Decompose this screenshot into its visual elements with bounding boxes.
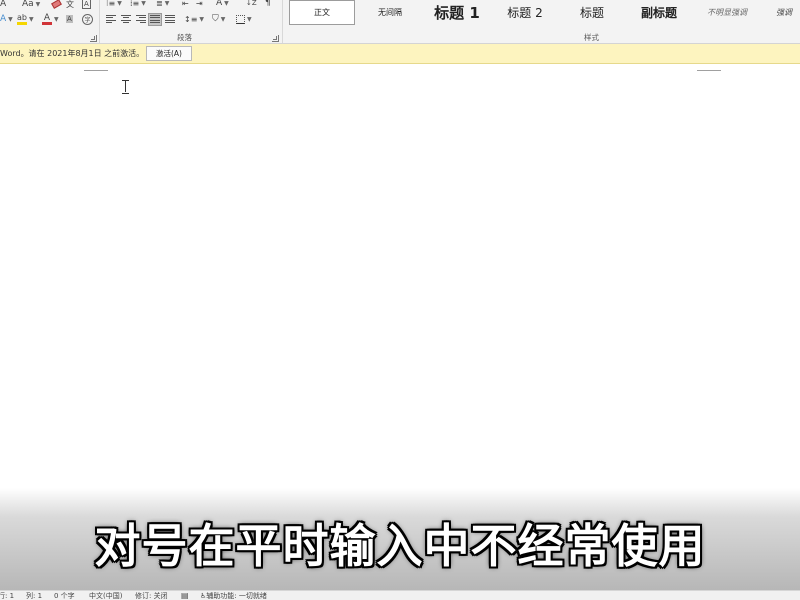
text-effects-label: A xyxy=(0,14,7,24)
style-label: 正文 xyxy=(314,8,330,17)
align-right-button[interactable] xyxy=(135,12,147,26)
phonetic-guide-icon: 文 xyxy=(66,0,74,9)
align-center-icon xyxy=(120,14,132,25)
shading-button[interactable]: ⛉ ▼ xyxy=(212,12,225,26)
page-margin-marker xyxy=(697,70,721,71)
style-label: 不明显强调 xyxy=(707,8,747,17)
paint-bucket-icon: ⛉ xyxy=(212,14,219,24)
ribbon-separator xyxy=(99,0,100,43)
borders-button[interactable]: ▼ xyxy=(236,12,252,26)
highlight-button[interactable]: ab ▼ xyxy=(17,12,34,26)
pilcrow-icon: ¶ xyxy=(265,0,271,8)
status-column[interactable]: 列: 1 xyxy=(26,591,42,600)
enclose-character-circle-button[interactable]: 字 xyxy=(82,12,93,26)
font-color-button[interactable]: A ▼ xyxy=(42,12,59,26)
phonetic-guide-button[interactable]: 文 xyxy=(66,0,74,11)
justify-icon xyxy=(148,12,162,26)
style-emphasis[interactable]: 强调 xyxy=(761,0,800,25)
multilevel-list-icon: ≣ xyxy=(156,0,163,8)
distribute-icon xyxy=(164,14,176,25)
status-language[interactable]: 中文(中国) xyxy=(89,591,122,600)
clear-formatting-button[interactable] xyxy=(51,0,62,11)
sort-icon: ↓Z xyxy=(246,0,257,7)
ribbon: A Aa ▼ 文 A A ▼ ab ▼ A ▼ A 字 ⁝≡ ▼ ⁞≡ ▼ ≣ … xyxy=(0,0,800,44)
bullet-list-icon: ⁝≡ xyxy=(106,0,116,8)
grow-font-label: A xyxy=(0,0,7,9)
style-label: 强调 xyxy=(776,8,792,17)
style-normal[interactable]: 正文 xyxy=(289,0,355,25)
status-accessibility[interactable]: ♿辅助功能: 一切就绪 xyxy=(200,591,267,600)
bullets-button[interactable]: ⁝≡ ▼ xyxy=(106,0,122,10)
i-beam-cursor-icon xyxy=(122,80,130,94)
status-track-changes[interactable]: 修订: 关闭 xyxy=(135,591,168,600)
increase-indent-button[interactable]: ⇥ xyxy=(196,0,203,10)
style-label: 标题 xyxy=(579,6,604,20)
style-label: 标题 1 xyxy=(434,4,480,22)
paragraph-group-label: 段落 xyxy=(177,33,192,42)
activate-button[interactable]: 激活(A) xyxy=(146,46,192,61)
sort-button[interactable]: ↓Z xyxy=(246,0,257,10)
chinese-layout-button[interactable]: A ▼ xyxy=(216,0,229,10)
styles-gallery: 正文 无间隔 标题 1 标题 2 标题 副标题 不明显强调 强调 xyxy=(287,0,800,26)
numbering-button[interactable]: ⁞≡ ▼ xyxy=(130,0,146,10)
accessibility-label: 辅助功能: 一切就绪 xyxy=(206,592,267,600)
style-label: 副标题 xyxy=(640,6,677,20)
align-left-icon xyxy=(105,14,117,25)
style-title[interactable]: 标题 xyxy=(559,0,625,25)
line-spacing-button[interactable]: ↕≡ ▼ xyxy=(184,12,204,26)
paragraph-dialog-launcher[interactable] xyxy=(272,35,279,42)
style-subtitle[interactable]: 副标题 xyxy=(625,0,693,25)
macro-record-icon[interactable]: ▤ xyxy=(181,591,189,600)
highlight-label: ab xyxy=(17,12,27,22)
align-center-button[interactable] xyxy=(120,12,132,26)
style-heading-1[interactable]: 标题 1 xyxy=(423,0,491,25)
font-color-icon: A xyxy=(42,12,52,25)
enclose-char-label: A xyxy=(82,0,91,9)
status-bar: 行: 1 列: 1 0 个字 中文(中国) 修订: 关闭 ▤ ♿辅助功能: 一切… xyxy=(0,590,800,600)
grow-font-button[interactable]: A xyxy=(0,0,6,11)
text-effects-button[interactable]: A ▼ xyxy=(0,12,13,26)
align-left-button[interactable] xyxy=(105,12,117,26)
show-hide-marks-button[interactable]: ¶ xyxy=(265,0,271,10)
page-margin-marker xyxy=(84,70,108,71)
enclose-characters-button[interactable]: A xyxy=(82,0,91,11)
change-case-button[interactable]: Aa ▼ xyxy=(22,0,40,11)
increase-indent-icon: ⇥ xyxy=(196,0,203,8)
status-row[interactable]: 行: 1 xyxy=(0,591,14,600)
line-spacing-icon: ↕≡ xyxy=(184,14,198,24)
change-case-label: Aa xyxy=(22,0,34,9)
font-color-label: A xyxy=(43,12,51,23)
style-heading-2[interactable]: 标题 2 xyxy=(491,0,559,25)
highlighter-icon: ab xyxy=(17,12,27,25)
style-subtle-emphasis[interactable]: 不明显强调 xyxy=(693,0,761,25)
character-shading-label: A xyxy=(66,15,73,23)
style-label: 无间隔 xyxy=(378,8,402,17)
multilevel-list-button[interactable]: ≣ ▼ xyxy=(156,0,169,10)
decrease-indent-icon: ⇤ xyxy=(182,0,189,8)
chinese-layout-label: A xyxy=(216,0,223,8)
decrease-indent-button[interactable]: ⇤ xyxy=(182,0,189,10)
character-shading-button[interactable]: A xyxy=(66,12,73,26)
enclose-circle-label: 字 xyxy=(82,13,93,25)
distribute-button[interactable] xyxy=(164,12,176,26)
justify-button[interactable] xyxy=(148,12,162,26)
style-no-spacing[interactable]: 无间隔 xyxy=(357,0,423,25)
activation-notification-bar: Word。请在 2021年8月1日 之前激活。 激活(A) xyxy=(0,44,800,64)
eraser-icon xyxy=(51,0,62,9)
status-word-count[interactable]: 0 个字 xyxy=(54,591,75,600)
style-label: 标题 2 xyxy=(507,6,543,20)
font-dialog-launcher[interactable] xyxy=(90,35,97,42)
video-subtitle: 对号在平时输入中不经常使用 xyxy=(94,519,706,573)
numbered-list-icon: ⁞≡ xyxy=(130,0,140,8)
styles-group-label: 样式 xyxy=(584,33,599,42)
border-icon xyxy=(236,14,245,24)
ribbon-separator xyxy=(282,0,283,43)
notification-message: Word。请在 2021年8月1日 之前激活。 xyxy=(0,49,145,58)
align-right-icon xyxy=(135,14,147,25)
